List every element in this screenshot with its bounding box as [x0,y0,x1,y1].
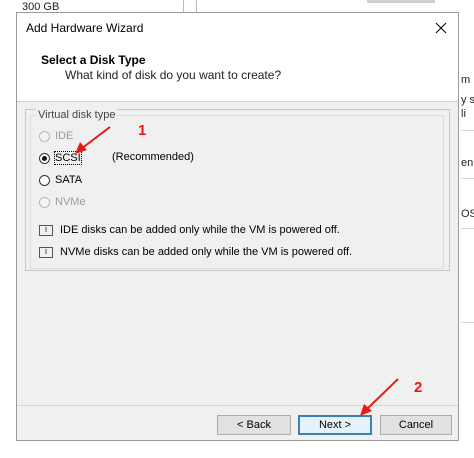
background-divider [461,228,474,229]
radio-label-sata[interactable]: SATA [55,174,82,186]
info-text: IDE disks can be added only while the VM… [60,224,340,236]
radio-button-sata[interactable] [39,174,50,186]
radio-button-nvme [39,196,50,208]
info-text: NVMe disks can be added only while the V… [60,246,353,258]
page-subtitle: What kind of disk do you want to create? [65,68,282,82]
footer-divider [17,405,458,406]
radio-nvme: NVMe [39,193,86,211]
radio-sata[interactable]: SATA [39,171,82,189]
close-icon [435,22,447,34]
background-text-fragment: y s [461,94,474,106]
radio-label-scsi[interactable]: SCSI [54,151,82,165]
page-title: Select a Disk Type [41,53,146,67]
next-button[interactable]: Next > [298,415,372,435]
info-message-ide: i IDE disks can be added only while the … [39,224,340,236]
radio-button-ide [39,130,50,142]
radio-label-nvme: NVMe [55,196,86,208]
background-text-fragment: OS n [461,208,474,220]
add-hardware-wizard-dialog: Add Hardware Wizard Select a Disk Type W… [16,12,459,441]
radio-label-ide: IDE [55,130,74,142]
background-text-fragment: li [461,108,466,120]
annotation-marker-1: 1 [138,122,147,139]
background-scrollbar [367,0,435,3]
back-button[interactable]: < Back [217,415,291,435]
group-label: Virtual disk type [36,109,118,121]
background-divider [461,322,474,323]
cancel-button[interactable]: Cancel [380,415,452,435]
background-text-fragment: m n [461,74,474,86]
radio-ide: IDE [39,127,73,145]
recommended-note: (Recommended) [112,151,194,163]
radio-scsi[interactable]: SCSI [39,149,82,167]
close-button[interactable] [424,13,458,43]
title-bar[interactable]: Add Hardware Wizard [17,13,458,43]
background-divider [183,0,184,12]
disk-type-panel: Virtual disk type IDE SCSI (Recommended)… [25,109,450,271]
info-icon: i [39,224,53,236]
background-divider [461,130,474,131]
background-divider [196,0,197,12]
dialog-title: Add Hardware Wizard [26,21,144,35]
radio-button-scsi[interactable] [39,152,50,164]
background-divider [461,178,474,179]
wizard-header: Select a Disk Type What kind of disk do … [17,43,458,102]
annotation-marker-2: 2 [414,379,423,396]
info-message-nvme: i NVMe disks can be added only while the… [39,246,352,258]
info-icon: i [39,246,53,258]
background-text-fragment: en [461,157,474,169]
